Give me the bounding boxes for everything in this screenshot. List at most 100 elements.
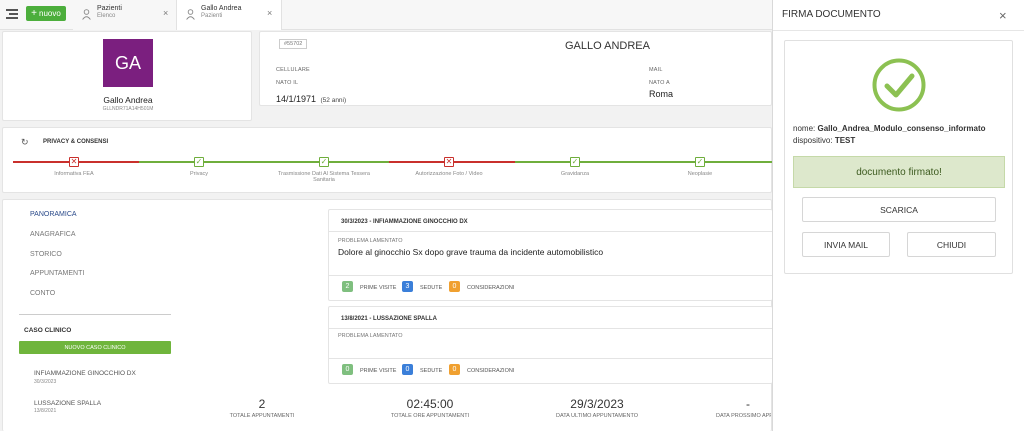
device-row: dispositivo: TEST (793, 136, 855, 145)
close-icon[interactable]: × (999, 8, 1007, 23)
case-title: 30/3/2023 - INFIAMMAZIONE GINOCCHIO DX (341, 219, 468, 225)
plus-icon: + (31, 7, 38, 19)
nav-storico[interactable]: STORICO (30, 251, 62, 258)
consent-status-ok-icon[interactable]: ✓ (570, 157, 580, 167)
consent-status-ok-icon[interactable]: ✓ (319, 157, 329, 167)
tab-gallo-andrea[interactable]: Gallo Andrea Pazienti × (177, 0, 282, 30)
menu-toggle-icon[interactable] (6, 9, 18, 19)
nato-il-value: 14/1/1971 (276, 94, 317, 104)
panel-title: FIRMA DOCUMENTO (782, 9, 881, 20)
nav-anagrafica[interactable]: ANAGRAFICA (30, 231, 76, 238)
sign-document-panel: FIRMA DOCUMENTO × nome: Gallo_Andrea_Mod… (772, 0, 1024, 431)
divider (19, 314, 171, 315)
refresh-icon[interactable]: ↻ (21, 137, 29, 148)
sedute-count: 3 (402, 281, 413, 292)
new-button[interactable]: + nuovo (26, 6, 66, 21)
close-tab-icon[interactable]: × (163, 8, 168, 18)
consent-label: Gravidanza (560, 171, 590, 177)
problem-label: PROBLEMA LAMENTATO (338, 238, 403, 244)
considerazioni-count: 0 (449, 281, 460, 292)
case-link-name[interactable]: INFIAMMAZIONE GINOCCHIO DX (34, 370, 136, 377)
new-clinical-case-button[interactable]: NUOVO CASO CLINICO (19, 341, 171, 354)
cellulare-label: CELLULARE (276, 67, 310, 73)
stat-value: - (746, 397, 750, 411)
divider (329, 328, 774, 329)
privacy-consents-card: ↻ PRIVACY & CONSENSI ✕ Informativa FEA ✓… (2, 127, 773, 193)
clinical-case-card[interactable]: 13/8/2021 - LUSSAZIONE SPALLA PROBLEMA L… (328, 306, 774, 384)
sign-result-box: nome: Gallo_Andrea_Modulo_consenso_infor… (784, 40, 1013, 274)
device-label: dispositivo: (793, 136, 833, 145)
file-name-label: nome: (793, 124, 816, 133)
consent-status-ok-icon[interactable]: ✓ (194, 157, 204, 167)
person-icon (186, 9, 195, 20)
stat-next-appointment: - DATA PROSSIMO APP (703, 397, 771, 419)
consent-label: Autorizzazione Foto / Video (415, 171, 483, 177)
nato-a-label: NATO A (649, 80, 670, 86)
case-link-name[interactable]: LUSSAZIONE SPALLA (34, 400, 101, 407)
tab-subtitle: Pazienti (201, 13, 223, 19)
nato-a-value: Roma (649, 89, 674, 99)
considerazioni-label: CONSIDERAZIONI (467, 368, 515, 374)
download-button[interactable]: SCARICA (802, 197, 996, 222)
consent-status-ko-icon[interactable]: ✕ (69, 157, 79, 167)
prime-visite-label: PRIME VISITE (360, 368, 397, 374)
prime-visite-count: 2 (342, 281, 353, 292)
divider (329, 275, 774, 276)
send-mail-button[interactable]: INVIA MAIL (802, 232, 890, 257)
divider (329, 231, 774, 232)
stat-last-appointment: 29/3/2023 DATA ULTIMO APPUNTAMENTO (527, 397, 667, 419)
step-connector (139, 161, 389, 163)
sedute-label: SEDUTE (420, 368, 443, 374)
close-button[interactable]: CHIUDI (907, 232, 996, 257)
nav-panoramica[interactable]: PANORAMICA (30, 211, 77, 218)
privacy-title: PRIVACY & CONSENSI (43, 139, 109, 145)
caso-clinico-title: CASO CLINICO (24, 327, 72, 334)
stat-label: DATA PROSSIMO APP (716, 413, 771, 419)
divider (329, 358, 774, 359)
patient-avatar-card: GA Gallo Andrea GLLNDR71A14H501M (2, 31, 252, 121)
consent-label: Informativa FEA (54, 171, 94, 177)
tab-subtitle: Elenco (97, 13, 116, 19)
problem-text: Dolore al ginocchio Sx dopo grave trauma… (338, 247, 604, 257)
stat-label: TOTALE ORE APPUNTAMENTI (390, 413, 470, 419)
consent-label: Trasmissione Dati Al Sistema Tessera San… (277, 171, 370, 183)
clinical-case-card[interactable]: 30/3/2023 - INFIAMMAZIONE GINOCCHIO DX P… (328, 209, 774, 301)
case-link-date: 13/8/2021 (34, 408, 57, 414)
new-button-label: nuovo (39, 9, 61, 18)
tab-title: Pazienti (97, 5, 122, 12)
patient-info-card: #55702 GALLO ANDREA CELLULARE MAIL NATO … (259, 31, 772, 106)
person-icon (82, 9, 91, 20)
consent-status-ko-icon[interactable]: ✕ (444, 157, 454, 167)
problem-label: PROBLEMA LAMENTATO (338, 333, 403, 339)
step-connector (515, 161, 773, 163)
nato-il-label: NATO IL (276, 80, 299, 86)
sedute-count: 0 (402, 364, 413, 375)
tab-pazienti-elenco[interactable]: Pazienti Elenco × (73, 0, 177, 30)
patient-id-badge: #55702 (279, 39, 308, 49)
stat-label: TOTALE APPUNTAMENTI (229, 413, 295, 419)
consent-label: Privacy (189, 171, 209, 177)
prime-visite-label: PRIME VISITE (360, 285, 397, 291)
nav-appuntamenti[interactable]: APPUNTAMENTI (30, 270, 84, 277)
signed-status-alert: documento firmato! (793, 156, 1005, 188)
stat-total-appointments: 2 TOTALE APPUNTAMENTI (192, 397, 332, 419)
considerazioni-count: 0 (449, 364, 460, 375)
stat-value: 29/3/2023 (570, 397, 624, 411)
considerazioni-label: CONSIDERAZIONI (467, 285, 515, 291)
stat-label: DATA ULTIMO APPUNTAMENTO (555, 413, 638, 419)
stat-total-hours: 02:45:00 TOTALE ORE APPUNTAMENTI (360, 397, 500, 419)
file-name-value: Gallo_Andrea_Modulo_consenso_informato (817, 124, 986, 133)
case-link-date: 30/3/2023 (34, 379, 57, 385)
avatar: GA (103, 39, 153, 87)
close-tab-icon[interactable]: × (267, 8, 272, 18)
file-name-row: nome: Gallo_Andrea_Modulo_consenso_infor… (793, 124, 986, 133)
consent-status-ok-icon[interactable]: ✓ (695, 157, 705, 167)
case-title: 13/8/2021 - LUSSAZIONE SPALLA (341, 316, 437, 322)
patient-fiscal-code: GLLNDR71A14H501M (102, 106, 154, 112)
nav-conto[interactable]: CONTO (30, 290, 55, 297)
consent-label: Neoplasie (687, 171, 713, 177)
sedute-label: SEDUTE (420, 285, 443, 291)
stat-value: 02:45:00 (406, 397, 454, 411)
divider (773, 30, 1024, 31)
device-value: TEST (834, 136, 856, 145)
